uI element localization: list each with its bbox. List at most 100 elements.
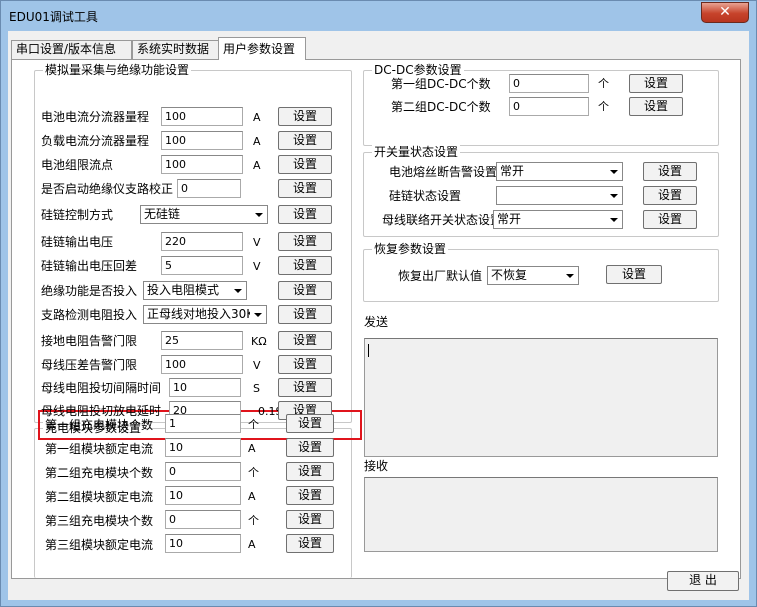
- charging-row-input[interactable]: 10: [165, 534, 241, 553]
- analog-set-button[interactable]: 设置: [278, 205, 332, 224]
- dcdc-row-label: 第一组DC-DC个数: [391, 77, 491, 91]
- switch-row-select-value: 常开: [500, 164, 525, 178]
- analog-row-label: 绝缘功能是否投入: [41, 284, 138, 298]
- window-title: EDU01调试工具: [9, 10, 98, 24]
- charging-row-input[interactable]: 1: [165, 414, 241, 433]
- charging-row-unit: A: [248, 442, 256, 455]
- analog-row-label: 支路检测电阻投入: [41, 308, 138, 322]
- client-area: 串口设置/版本信息 系统实时数据 用户参数设置 模拟量采集与绝缘功能设置 充电模…: [8, 31, 749, 600]
- switch-set-button[interactable]: 设置: [643, 210, 697, 229]
- analog-row-unit: V: [253, 236, 261, 249]
- analog-set-button[interactable]: 设置: [278, 256, 332, 275]
- analog-row-label: 接地电阻告警门限: [41, 334, 138, 348]
- charging-set-button[interactable]: 设置: [286, 414, 334, 433]
- title-bar: EDU01调试工具 ✕: [1, 1, 756, 29]
- close-button[interactable]: ✕: [701, 2, 749, 23]
- charging-row-label: 第二组充电模块个数: [45, 466, 154, 480]
- analog-row-select-value: 正母线对地投入30K: [147, 307, 255, 321]
- analog-row-input[interactable]: 100: [161, 355, 243, 374]
- dcdc-set-button[interactable]: 设置: [629, 74, 683, 93]
- exit-button[interactable]: 退 出: [667, 571, 739, 591]
- dcdc-row-unit: 个: [598, 77, 609, 90]
- analog-set-button[interactable]: 设置: [278, 232, 332, 251]
- analog-row-input[interactable]: 220: [161, 232, 243, 251]
- analog-row-label: 负载电流分流器量程: [41, 134, 150, 148]
- analog-group-title: 模拟量采集与绝缘功能设置: [43, 63, 192, 77]
- charging-row-input[interactable]: 10: [165, 438, 241, 457]
- charging-row-label: 第三组充电模块个数: [45, 514, 154, 528]
- analog-set-button[interactable]: 设置: [278, 378, 332, 397]
- analog-set-button[interactable]: 设置: [278, 355, 332, 374]
- analog-set-button[interactable]: 设置: [278, 179, 332, 198]
- switch-row-select[interactable]: 常开: [493, 210, 623, 229]
- charging-row-input[interactable]: 10: [165, 486, 241, 505]
- analog-row-label: 硅链控制方式: [41, 208, 114, 222]
- send-textarea[interactable]: [364, 338, 718, 457]
- analog-row-input[interactable]: 0: [177, 179, 241, 198]
- charging-set-button[interactable]: 设置: [286, 438, 334, 457]
- analog-row-unit: A: [253, 135, 261, 148]
- dcdc-row-input[interactable]: 0: [509, 97, 589, 116]
- dcdc-row-label: 第二组DC-DC个数: [391, 100, 491, 114]
- charging-set-button[interactable]: 设置: [286, 534, 334, 553]
- chevron-down-icon: [230, 282, 246, 299]
- restore-select[interactable]: 不恢复: [487, 266, 579, 285]
- restore-label: 恢复出厂默认值: [398, 269, 483, 283]
- analog-row-input[interactable]: 100: [161, 155, 243, 174]
- chevron-down-icon: [606, 211, 622, 228]
- charging-row-unit: 个: [248, 514, 259, 527]
- receive-label: 接收: [364, 459, 389, 473]
- analog-row-select[interactable]: 无硅链: [140, 205, 268, 224]
- analog-row-unit: V: [253, 359, 261, 372]
- restore-group-title: 恢复参数设置: [372, 242, 449, 256]
- restore-select-value: 不恢复: [491, 268, 528, 282]
- analog-row-label: 电池组限流点: [41, 158, 114, 172]
- analog-set-button[interactable]: 设置: [278, 331, 332, 350]
- dcdc-row-input[interactable]: 0: [509, 74, 589, 93]
- charging-row-unit: 个: [248, 418, 259, 431]
- switch-set-button[interactable]: 设置: [643, 186, 697, 205]
- analog-row-select[interactable]: 投入电阻模式: [143, 281, 247, 300]
- dcdc-set-button[interactable]: 设置: [629, 97, 683, 116]
- switch-row-select[interactable]: [496, 186, 623, 205]
- analog-row-input[interactable]: 5: [161, 256, 243, 275]
- analog-row-label: 电池电流分流器量程: [41, 110, 150, 124]
- analog-row-input[interactable]: 10: [169, 378, 241, 397]
- analog-row-input[interactable]: 100: [161, 107, 243, 126]
- charging-set-button[interactable]: 设置: [286, 462, 334, 481]
- switch-row-label: 电池熔丝断告警设置: [389, 165, 498, 179]
- analog-row-input[interactable]: 100: [161, 131, 243, 150]
- analog-set-button[interactable]: 设置: [278, 107, 332, 126]
- tab-realtime-data[interactable]: 系统实时数据: [132, 40, 219, 59]
- analog-set-button[interactable]: 设置: [278, 155, 332, 174]
- analog-row-unit: A: [253, 111, 261, 124]
- dcdc-group-title: DC-DC参数设置: [372, 63, 464, 77]
- analog-set-button[interactable]: 设置: [278, 131, 332, 150]
- switch-row-select[interactable]: 常开: [496, 162, 623, 181]
- analog-row-label: 是否启动绝缘仪支路校正: [41, 182, 174, 196]
- charging-row-unit: A: [248, 490, 256, 503]
- analog-row-unit: V: [253, 260, 261, 273]
- charging-set-button[interactable]: 设置: [286, 510, 334, 529]
- analog-set-button[interactable]: 设置: [278, 281, 332, 300]
- dcdc-row-unit: 个: [598, 100, 609, 113]
- analog-row-unit: KΩ: [251, 335, 267, 348]
- send-label: 发送: [364, 315, 389, 329]
- charging-row-input[interactable]: 0: [165, 462, 241, 481]
- tab-user-params[interactable]: 用户参数设置: [218, 37, 306, 60]
- switch-row-label: 硅链状态设置: [389, 189, 462, 203]
- restore-set-button[interactable]: 设置: [606, 265, 662, 284]
- charging-row-input[interactable]: 0: [165, 510, 241, 529]
- app-window: EDU01调试工具 ✕ 串口设置/版本信息 系统实时数据 用户参数设置 模拟量采…: [0, 0, 757, 607]
- analog-row-select[interactable]: 正母线对地投入30K: [143, 305, 267, 324]
- switch-set-button[interactable]: 设置: [643, 162, 697, 181]
- charging-set-button[interactable]: 设置: [286, 486, 334, 505]
- analog-row-input[interactable]: 25: [161, 331, 243, 350]
- analog-row-label: 母线电阻投切间隔时间: [41, 381, 162, 395]
- switch-row-select-value: 常开: [497, 212, 522, 226]
- tab-serial-version[interactable]: 串口设置/版本信息: [11, 40, 132, 59]
- charging-row-unit: A: [248, 538, 256, 551]
- receive-textarea[interactable]: [364, 477, 718, 552]
- analog-set-button[interactable]: 设置: [278, 305, 332, 324]
- charging-row-label: 第一组充电模块个数: [45, 418, 154, 432]
